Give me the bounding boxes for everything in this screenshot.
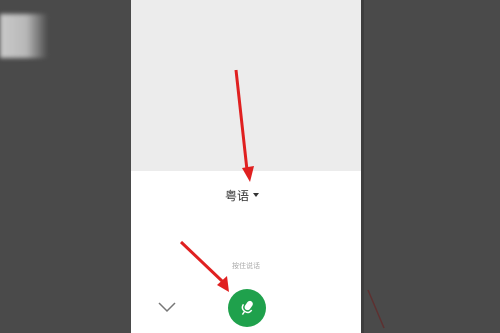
chevron-down-icon	[158, 302, 176, 313]
input-preview-area	[131, 0, 361, 171]
microphone-icon	[241, 300, 253, 315]
panel-edge-shadow	[361, 0, 364, 333]
hold-to-talk-hint: 按住说话	[232, 262, 260, 270]
collapse-button[interactable]	[157, 299, 177, 313]
language-label: 粤语	[225, 188, 250, 203]
language-selector[interactable]: 粤语	[225, 186, 260, 204]
caret-down-icon	[253, 193, 260, 197]
blurred-area	[0, 14, 48, 58]
voice-input-panel: 粤语 按住说话	[131, 0, 361, 333]
faint-arrow-stroke	[367, 289, 385, 329]
microphone-button[interactable]	[228, 289, 266, 327]
